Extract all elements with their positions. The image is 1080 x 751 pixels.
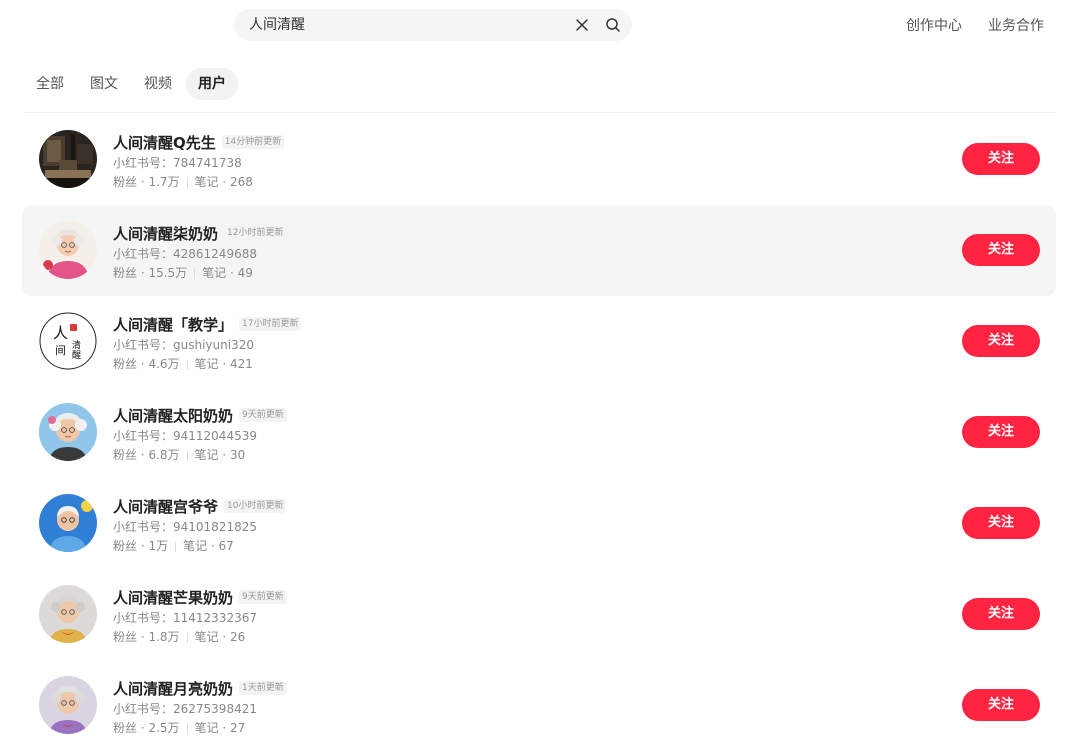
user-info: 人间清醒宫爷爷 10小时前更新 小红书号：94101821825 粉丝 · 1万… xyxy=(113,495,936,555)
follow-button[interactable]: 关注 xyxy=(962,325,1040,357)
user-name[interactable]: 人间清醒太阳奶奶 xyxy=(113,405,233,426)
avatar[interactable] xyxy=(39,676,97,734)
user-list: 人间清醒Q先生 14分钟前更新 小红书号：784741738 粉丝 · 1.7万… xyxy=(22,114,1056,751)
update-badge: 12小时前更新 xyxy=(224,226,287,240)
follow-button[interactable]: 关注 xyxy=(962,416,1040,448)
user-row[interactable]: 人间清醒芒果奶奶 9天前更新 小红书号：11412332367 粉丝 · 1.8… xyxy=(22,569,1056,660)
notes-count: 笔记 · 268 xyxy=(194,175,253,189)
avatar[interactable] xyxy=(39,221,97,279)
update-badge: 17小时前更新 xyxy=(239,317,302,331)
follow-button[interactable]: 关注 xyxy=(962,234,1040,266)
notes-count: 笔记 · 49 xyxy=(202,266,253,280)
user-info: 人间清醒芒果奶奶 9天前更新 小红书号：11412332367 粉丝 · 1.8… xyxy=(113,586,936,646)
update-badge: 14分钟前更新 xyxy=(221,135,285,149)
notes-count: 笔记 · 26 xyxy=(194,630,246,644)
follow-button[interactable]: 关注 xyxy=(962,143,1040,175)
stats-divider xyxy=(175,541,177,552)
avatar-glyph-d: 醒 xyxy=(72,350,81,361)
user-info: 人间清醒「教学」 17小时前更新 小红书号：gushiyuni320 粉丝 · … xyxy=(113,313,936,373)
user-id: 小红书号：94112044539 xyxy=(113,429,257,443)
user-stats: 粉丝 · 1.8万 笔记 · 26 xyxy=(113,629,936,646)
user-id: 小红书号：42861249688 xyxy=(113,247,257,261)
follow-button[interactable]: 关注 xyxy=(962,507,1040,539)
stats-divider xyxy=(194,268,196,279)
follow-button[interactable]: 关注 xyxy=(962,598,1040,630)
user-id: 小红书号：26275398421 xyxy=(113,702,257,716)
update-badge: 10小时前更新 xyxy=(224,499,287,513)
avatar[interactable] xyxy=(39,130,97,188)
update-badge: 1天前更新 xyxy=(239,681,287,695)
user-row[interactable]: 人间清醒Q先生 14分钟前更新 小红书号：784741738 粉丝 · 1.7万… xyxy=(22,114,1056,205)
divider xyxy=(24,112,1056,113)
fans-count: 粉丝 · 6.8万 xyxy=(113,448,180,462)
stats-divider xyxy=(186,177,188,188)
notes-count: 笔记 · 67 xyxy=(183,539,234,553)
user-stats: 粉丝 · 1.7万 笔记 · 268 xyxy=(113,174,936,191)
user-info: 人间清醒太阳奶奶 9天前更新 小红书号：94112044539 粉丝 · 6.8… xyxy=(113,404,936,464)
user-stats: 粉丝 · 15.5万 笔记 · 49 xyxy=(113,265,936,282)
user-name[interactable]: 人间清醒Q先生 xyxy=(113,132,216,153)
avatar[interactable]: 人 间 清 醒 xyxy=(39,312,97,370)
user-name[interactable]: 人间清醒月亮奶奶 xyxy=(113,678,233,699)
user-name[interactable]: 人间清醒芒果奶奶 xyxy=(113,587,233,608)
fans-count: 粉丝 · 1万 xyxy=(113,539,169,553)
user-row[interactable]: 人间清醒柒奶奶 12小时前更新 小红书号：42861249688 粉丝 · 15… xyxy=(22,205,1056,296)
top-links: 创作中心 业务合作 xyxy=(880,0,1044,50)
user-stats: 粉丝 · 4.6万 笔记 · 421 xyxy=(113,356,936,373)
avatar-glyph-b: 间 xyxy=(55,344,66,357)
avatar-glyph-a: 人 xyxy=(53,324,68,342)
user-id: 小红书号：11412332367 xyxy=(113,611,257,625)
avatar-glyph-c: 清 xyxy=(72,339,81,351)
stats-divider xyxy=(186,632,188,643)
stats-divider xyxy=(186,359,188,370)
fans-count: 粉丝 · 2.5万 xyxy=(113,721,180,735)
notes-count: 笔记 · 421 xyxy=(194,357,253,371)
tab-video[interactable]: 视频 xyxy=(132,68,184,100)
user-row[interactable]: 人间清醒太阳奶奶 9天前更新 小红书号：94112044539 粉丝 · 6.8… xyxy=(22,387,1056,478)
stats-divider xyxy=(186,723,188,734)
user-id: 小红书号：784741738 xyxy=(113,156,242,170)
avatar[interactable] xyxy=(39,403,97,461)
search-input[interactable]: 人间清醒 xyxy=(249,9,305,41)
user-name[interactable]: 人间清醒宫爷爷 xyxy=(113,496,218,517)
user-name[interactable]: 人间清醒柒奶奶 xyxy=(113,223,218,244)
update-badge: 9天前更新 xyxy=(239,408,287,422)
user-row[interactable]: 人间清醒月亮奶奶 1天前更新 小红书号：26275398421 粉丝 · 2.5… xyxy=(22,660,1056,751)
avatar[interactable] xyxy=(39,585,97,643)
user-row[interactable]: 人 间 清 醒 人间清醒「教学」 17小时前更新 小红书号：gushiyuni3… xyxy=(22,296,1056,387)
notes-count: 笔记 · 27 xyxy=(194,721,246,735)
stats-divider xyxy=(186,450,188,461)
follow-button[interactable]: 关注 xyxy=(962,689,1040,721)
tab-all[interactable]: 全部 xyxy=(24,68,76,100)
notes-count: 笔记 · 30 xyxy=(194,448,246,462)
fans-count: 粉丝 · 1.7万 xyxy=(113,175,180,189)
user-id: 小红书号：94101821825 xyxy=(113,520,257,534)
user-info: 人间清醒Q先生 14分钟前更新 小红书号：784741738 粉丝 · 1.7万… xyxy=(113,131,936,191)
user-stats: 粉丝 · 2.5万 笔记 · 27 xyxy=(113,720,936,737)
search-icon[interactable] xyxy=(605,17,621,33)
update-badge: 9天前更新 xyxy=(239,590,287,604)
search-bar[interactable]: 人间清醒 xyxy=(234,9,632,41)
user-stats: 粉丝 · 1万 笔记 · 67 xyxy=(113,538,936,555)
fans-count: 粉丝 · 4.6万 xyxy=(113,357,180,371)
tab-users[interactable]: 用户 xyxy=(186,68,238,100)
user-row[interactable]: 人间清醒宫爷爷 10小时前更新 小红书号：94101821825 粉丝 · 1万… xyxy=(22,478,1056,569)
filter-tabs: 全部 图文 视频 用户 xyxy=(24,68,240,100)
fans-count: 粉丝 · 15.5万 xyxy=(113,266,188,280)
user-info: 人间清醒柒奶奶 12小时前更新 小红书号：42861249688 粉丝 · 15… xyxy=(113,222,936,282)
user-name[interactable]: 人间清醒「教学」 xyxy=(113,314,233,335)
fans-count: 粉丝 · 1.8万 xyxy=(113,630,180,644)
close-icon[interactable] xyxy=(574,17,590,33)
creator-center-link[interactable]: 创作中心 xyxy=(906,15,962,35)
user-stats: 粉丝 · 6.8万 笔记 · 30 xyxy=(113,447,936,464)
business-cooperation-link[interactable]: 业务合作 xyxy=(988,15,1044,35)
avatar[interactable] xyxy=(39,494,97,552)
user-id: 小红书号：gushiyuni320 xyxy=(113,338,254,352)
user-info: 人间清醒月亮奶奶 1天前更新 小红书号：26275398421 粉丝 · 2.5… xyxy=(113,677,936,737)
tab-image-text[interactable]: 图文 xyxy=(78,68,130,100)
